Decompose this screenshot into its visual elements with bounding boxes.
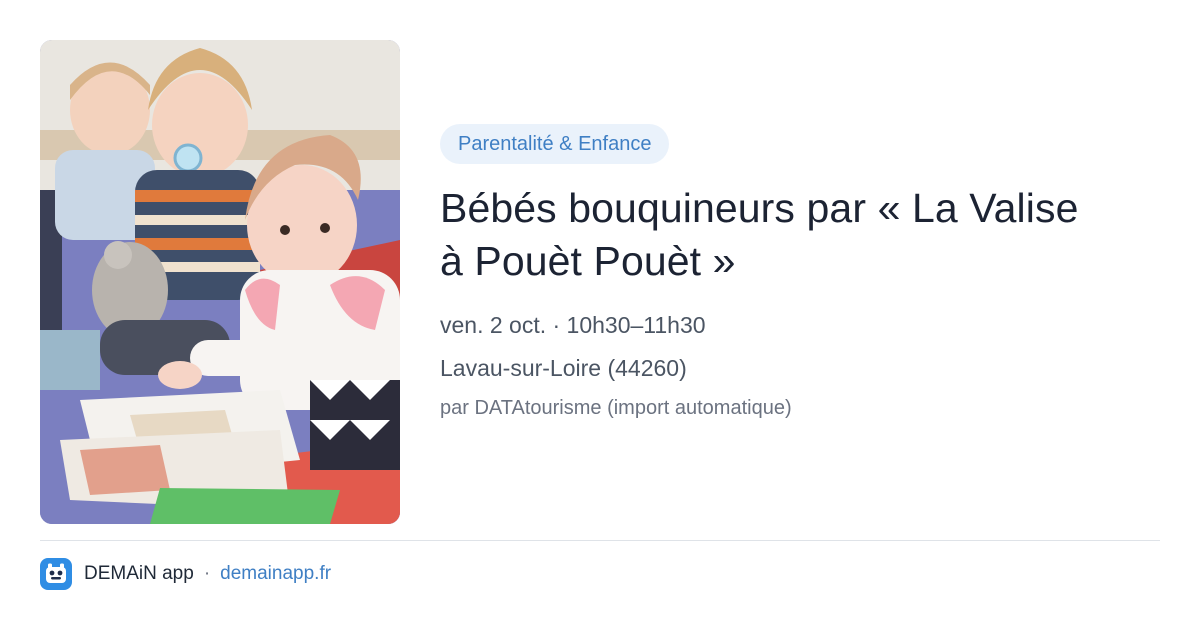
- website-link[interactable]: demainapp.fr: [220, 563, 331, 585]
- event-location: Lavau-sur-Loire (44260): [440, 355, 687, 381]
- event-photo: [40, 40, 400, 524]
- footer-divider: [40, 540, 1160, 541]
- demain-app-icon: [40, 558, 72, 590]
- app-name: DEMAiN app: [84, 563, 194, 584]
- footer-separator: ·: [203, 563, 211, 584]
- event-datetime: ven. 2 oct. · 10h30–11h30: [440, 312, 706, 338]
- category-badge[interactable]: Parentalité & Enfance: [440, 124, 670, 164]
- event-title-line-1: Bébés bouquineurs par « La Valise: [440, 185, 1079, 231]
- event-title-line-2: à Pouèt Pouèt »: [440, 238, 736, 284]
- event-source: par DATAtourisme (import automatique): [440, 397, 792, 419]
- event-title[interactable]: Bébés bouquineurs par « La Valise à Pouè…: [440, 182, 1160, 288]
- footer: DEMAiN app · demainapp.fr: [40, 558, 331, 590]
- event-details: Parentalité & Enfance Bébés bouquineurs …: [440, 124, 1160, 421]
